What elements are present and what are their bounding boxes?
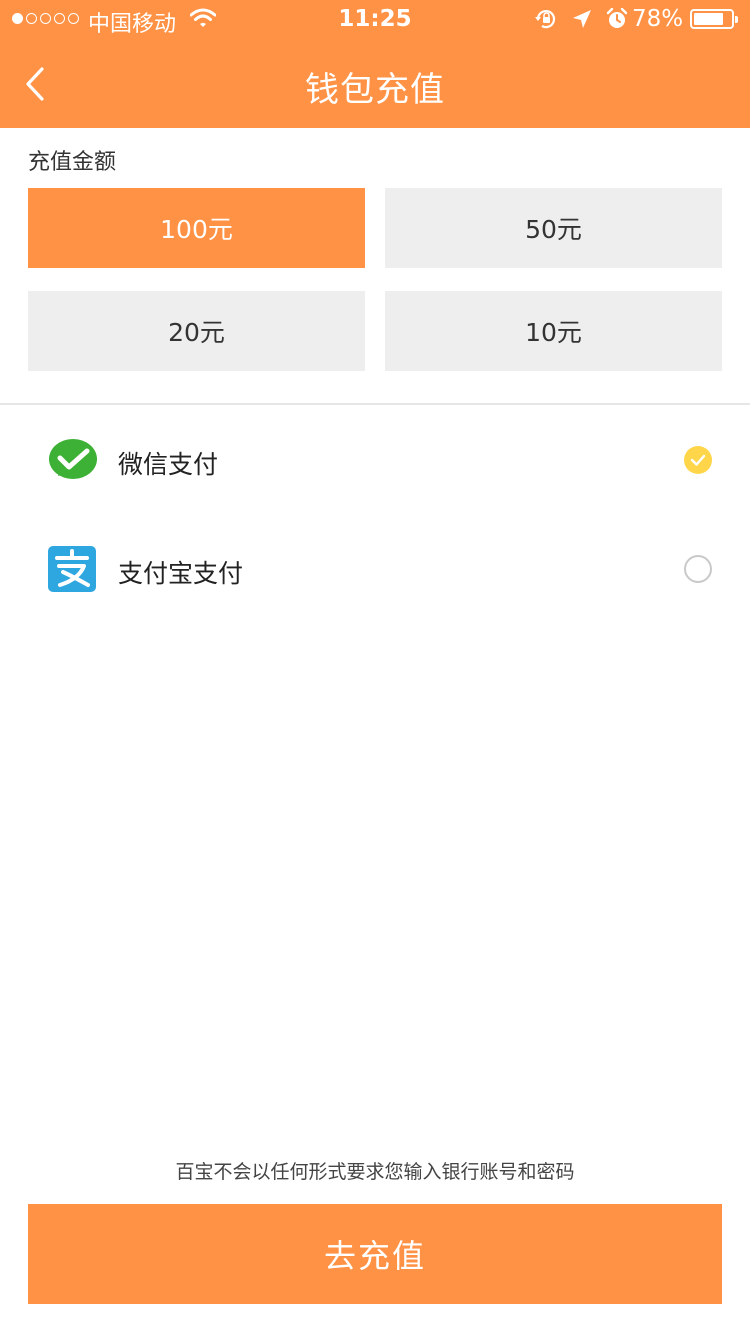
rotation-lock-icon — [534, 8, 558, 36]
page-title: 钱包充值 — [305, 70, 445, 110]
location-arrow-icon — [572, 9, 592, 35]
wechat-pay-label: 微信支付 — [118, 450, 219, 479]
wechat-pay-icon — [48, 438, 98, 484]
alipay-radio[interactable] — [684, 555, 712, 583]
top-bar: 中国移动 11:25 78% 钱包充值 — [0, 0, 750, 128]
amount-option-100[interactable]: 100元 — [28, 188, 365, 268]
divider — [0, 403, 750, 405]
security-notice: 百宝不会以任何形式要求您输入银行账号和密码 — [175, 1161, 575, 1183]
alipay-label: 支付宝支付 — [118, 559, 244, 588]
amount-option-20[interactable]: 20元 — [28, 291, 365, 371]
battery-icon — [690, 9, 738, 29]
payment-option-wechat[interactable]: 微信支付 — [0, 410, 750, 510]
amount-option-50[interactable]: 50元 — [385, 188, 722, 268]
payment-option-alipay[interactable]: 支付宝支付 — [0, 519, 750, 619]
amount-option-10[interactable]: 10元 — [385, 291, 722, 371]
alarm-icon — [606, 7, 628, 36]
status-bar: 中国移动 11:25 78% — [0, 0, 750, 40]
recharge-button[interactable]: 去充值 — [28, 1204, 722, 1304]
alipay-icon — [48, 546, 98, 592]
wechat-pay-radio[interactable] — [684, 446, 712, 474]
checkmark-icon — [690, 454, 706, 466]
amount-section-label: 充值金额 — [28, 150, 117, 175]
battery-percentage: 78% — [632, 6, 684, 32]
